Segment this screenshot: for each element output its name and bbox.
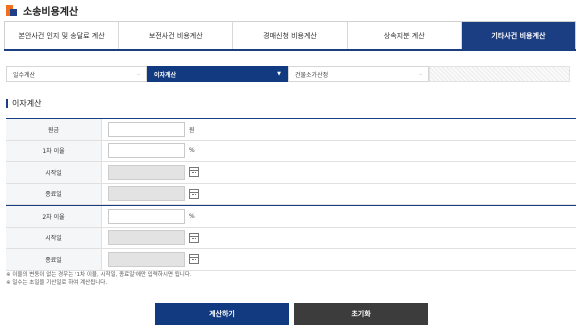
main-tabs: 본안사건 인지 및 송달료 계산 보전사건 비용계산 경매신청 비용계산 상속지… xyxy=(4,21,576,49)
caret-down-icon: ▼ xyxy=(277,71,281,77)
section-title-text: 이자계산 xyxy=(12,98,42,108)
tab-preservation[interactable]: 보전사건 비용계산 xyxy=(119,22,234,49)
calendar-icon[interactable] xyxy=(189,232,199,243)
form-row-principal: 원금 원 xyxy=(6,119,576,141)
subtab-interest-calc[interactable]: 이자계산 ▼ xyxy=(147,66,288,82)
page-header: 소송비용계산 xyxy=(6,3,79,18)
dash-icon: – xyxy=(419,70,422,78)
note-line: ※ 일수는 초일을 기산일로 하여 계산됩니다. xyxy=(6,280,108,286)
interest-form-second: 2차 이율 % 시작일 종료일 xyxy=(6,205,576,271)
section-bar xyxy=(6,98,8,108)
tab-main-case[interactable]: 본안사건 인지 및 송달료 계산 xyxy=(5,22,120,49)
start1-label: 시작일 xyxy=(6,162,102,183)
subtab-label: 일수계산 xyxy=(13,71,36,79)
sub-tabs: 일수계산 – 이자계산 ▼ 건물소가산정 – xyxy=(6,66,570,82)
form-row-start2: 시작일 xyxy=(6,227,576,249)
start2-label: 시작일 xyxy=(6,227,102,248)
interest-form-first: 원금 원 1차 이율 % 시작일 종료일 xyxy=(6,118,576,205)
form-row-start1: 시작일 xyxy=(6,162,576,184)
notes: ※ 이율의 변동이 없는 경우는 '1차 이율, 시작일, 종료일'에만 입력하… xyxy=(6,271,192,287)
end2-label: 종료일 xyxy=(6,249,102,270)
tabs-underline xyxy=(4,49,576,51)
principal-unit: 원 xyxy=(189,126,195,134)
subtab-building-value[interactable]: 건물소가산정 – xyxy=(288,66,429,82)
form-row-end2: 종료일 xyxy=(6,249,576,271)
end1-date-input[interactable] xyxy=(108,186,185,202)
rate1-input[interactable] xyxy=(108,143,185,159)
end1-label: 종료일 xyxy=(6,183,102,204)
form-row-rate1: 1차 이율 % xyxy=(6,140,576,162)
dash-icon: – xyxy=(137,70,140,78)
start1-date-input[interactable] xyxy=(108,164,185,180)
rate2-input[interactable] xyxy=(108,208,185,224)
form-row-end1: 종료일 xyxy=(6,183,576,205)
page-title: 소송비용계산 xyxy=(23,6,79,18)
calculate-button[interactable]: 계산하기 xyxy=(155,303,289,325)
form-row-rate2: 2차 이율 % xyxy=(6,206,576,228)
tab-auction[interactable]: 경매신청 비용계산 xyxy=(233,22,348,49)
principal-label: 원금 xyxy=(6,119,102,140)
rate1-label: 1차 이율 xyxy=(6,140,102,161)
calendar-icon[interactable] xyxy=(189,188,199,199)
calendar-icon[interactable] xyxy=(189,167,199,178)
tab-inheritance[interactable]: 상속지분 계산 xyxy=(347,22,462,49)
calendar-icon[interactable] xyxy=(189,254,199,265)
rate2-label: 2차 이율 xyxy=(6,206,102,227)
rate2-unit: % xyxy=(189,212,195,220)
subtab-days-calc[interactable]: 일수계산 – xyxy=(6,66,147,82)
logo-icon xyxy=(6,4,17,16)
subtab-label: 이자계산 xyxy=(154,71,177,79)
section-title: 이자계산 xyxy=(6,97,41,109)
note-line: ※ 이율의 변동이 없는 경우는 '1차 이율, 시작일, 종료일'에만 입력하… xyxy=(6,272,192,278)
reset-button[interactable]: 초기화 xyxy=(294,303,428,325)
principal-input[interactable] xyxy=(108,121,185,137)
tab-other-cases[interactable]: 기타사건 비용계산 xyxy=(461,22,576,49)
subtab-label: 건물소가산정 xyxy=(295,71,329,79)
subtab-empty-area xyxy=(429,66,570,82)
rate1-unit: % xyxy=(189,147,195,155)
end2-date-input[interactable] xyxy=(108,251,185,267)
start2-date-input[interactable] xyxy=(108,230,185,246)
